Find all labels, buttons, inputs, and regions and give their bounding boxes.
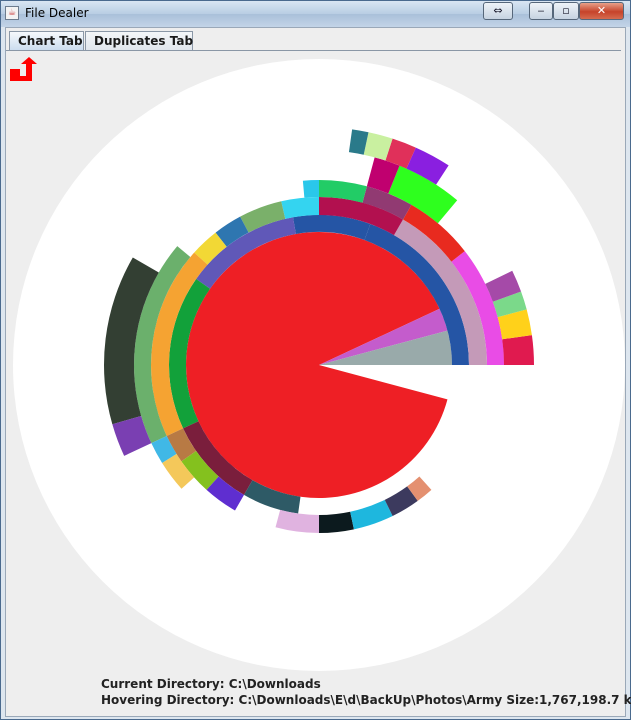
maximize-button[interactable]: ▫	[553, 2, 579, 20]
title-bar[interactable]: ☕ File Dealer ⇔ ‒ ▫ ✕	[1, 1, 630, 27]
ring-2-segment-11[interactable]	[319, 511, 354, 533]
main-panel: Chart Tab Duplicates Tab Current Directo…	[5, 27, 631, 717]
window-title: File Dealer	[25, 6, 89, 20]
restore-swap-icon[interactable]: ⇔	[483, 2, 513, 20]
hovering-directory-label: Hovering Directory: C:\Downloads\E\d\Bac…	[101, 693, 631, 707]
app-window: ☕ File Dealer ⇔ ‒ ▫ ✕ Chart Tab Duplicat…	[0, 0, 631, 720]
up-arrow-icon[interactable]	[10, 56, 38, 82]
java-app-icon: ☕	[5, 6, 19, 20]
ring-4-segment-0[interactable]	[502, 335, 534, 365]
current-directory-label: Current Directory: C:\Downloads	[101, 677, 321, 691]
ring-3-segment-4[interactable]	[302, 180, 319, 198]
sunburst-chart[interactable]	[6, 28, 625, 716]
close-button[interactable]: ✕	[579, 2, 624, 20]
minimize-button[interactable]: ‒	[529, 2, 553, 20]
